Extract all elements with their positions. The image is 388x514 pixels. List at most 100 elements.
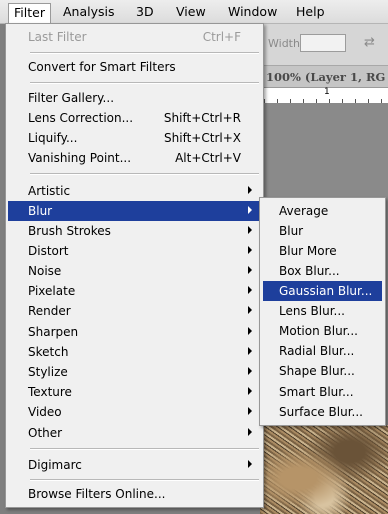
menu-item-label: Sharpen — [28, 325, 79, 339]
chevron-right-icon — [248, 460, 252, 468]
menu-bar: Filter Analysis 3D View Window Help — [0, 0, 388, 24]
menu-item-label: Artistic — [28, 184, 71, 198]
submenu-item-motion-blur[interactable]: Motion Blur... — [263, 321, 382, 341]
filter-menu: Last Filter Ctrl+F Convert for Smart Fil… — [5, 23, 264, 508]
chevron-right-icon — [248, 206, 252, 214]
menu-help[interactable]: Help — [291, 3, 330, 21]
blur-submenu: Average Blur Blur More Box Blur... Gauss… — [259, 197, 386, 426]
submenu-item-shape-blur[interactable]: Shape Blur... — [263, 361, 382, 381]
options-bar: Width: ⇄ — [264, 24, 388, 66]
menu-item-label: Video — [28, 405, 62, 419]
menu-item-video[interactable]: Video — [8, 402, 261, 422]
menu-item-texture[interactable]: Texture — [8, 382, 261, 402]
menu-item-label: Lens Correction... — [28, 111, 134, 125]
menu-item-label: Pixelate — [28, 284, 76, 298]
menu-item-shortcut: Shift+Ctrl+X — [164, 131, 241, 145]
submenu-item-label: Blur — [279, 224, 304, 238]
menu-item-label: Texture — [28, 385, 72, 399]
submenu-item-blur[interactable]: Blur — [263, 221, 382, 241]
menu-view[interactable]: View — [171, 3, 211, 21]
chevron-right-icon — [248, 266, 252, 274]
menu-item-shortcut: Alt+Ctrl+V — [175, 151, 241, 165]
chevron-right-icon — [248, 226, 252, 234]
menu-item-label: Blur — [28, 204, 53, 218]
submenu-item-label: Radial Blur... — [279, 344, 355, 358]
menu-filter[interactable]: Filter — [8, 3, 51, 24]
chevron-right-icon — [248, 428, 252, 436]
menu-item-shortcut: Shift+Ctrl+R — [163, 111, 241, 125]
menu-item-label: Sketch — [28, 345, 69, 359]
document-title: 100% (Layer 1, RG — [266, 70, 386, 84]
submenu-item-label: Box Blur... — [279, 264, 340, 278]
menu-item-label: Stylize — [28, 365, 68, 379]
submenu-item-average[interactable]: Average — [263, 201, 382, 221]
submenu-item-label: Blur More — [279, 244, 337, 258]
menu-item-last-filter: Last Filter Ctrl+F — [8, 27, 261, 47]
image-content — [260, 425, 388, 514]
chevron-right-icon — [248, 387, 252, 395]
submenu-item-label: Smart Blur... — [279, 385, 354, 399]
menu-item-brush-strokes[interactable]: Brush Strokes — [8, 221, 261, 241]
chevron-right-icon — [248, 306, 252, 314]
submenu-item-smart-blur[interactable]: Smart Blur... — [263, 382, 382, 402]
horizontal-ruler: 1 — [264, 87, 388, 104]
menu-separator — [30, 173, 259, 175]
chevron-right-icon — [248, 407, 252, 415]
menu-item-label: Brush Strokes — [28, 224, 111, 238]
submenu-item-lens-blur[interactable]: Lens Blur... — [263, 301, 382, 321]
ruler-marker: 1 — [324, 87, 330, 97]
width-field[interactable] — [300, 34, 346, 52]
submenu-item-radial-blur[interactable]: Radial Blur... — [263, 341, 382, 361]
menu-item-label: Noise — [28, 264, 62, 278]
menu-item-noise[interactable]: Noise — [8, 261, 261, 281]
menu-item-other[interactable]: Other — [8, 423, 261, 443]
menu-separator — [30, 52, 259, 54]
menu-3d[interactable]: 3D — [131, 3, 159, 21]
menu-item-sketch[interactable]: Sketch — [8, 342, 261, 362]
menu-item-convert-smart-filters[interactable]: Convert for Smart Filters — [8, 57, 261, 77]
submenu-item-label: Surface Blur... — [279, 405, 363, 419]
submenu-item-gaussian-blur[interactable]: Gaussian Blur... — [263, 281, 382, 301]
menu-item-stylize[interactable]: Stylize — [8, 362, 261, 382]
submenu-item-box-blur[interactable]: Box Blur... — [263, 261, 382, 281]
menu-item-label: Other — [28, 426, 63, 440]
menu-window[interactable]: Window — [223, 3, 282, 21]
menu-item-render[interactable]: Render — [8, 301, 261, 321]
submenu-item-label: Lens Blur... — [279, 304, 345, 318]
menu-separator — [30, 448, 259, 450]
submenu-item-label: Motion Blur... — [279, 324, 358, 338]
chevron-right-icon — [248, 186, 252, 194]
menu-item-shortcut: Ctrl+F — [202, 30, 241, 44]
swap-icon[interactable]: ⇄ — [364, 35, 375, 50]
chevron-right-icon — [248, 286, 252, 294]
menu-item-blur[interactable]: Blur — [8, 201, 261, 221]
chevron-right-icon — [248, 347, 252, 355]
menu-item-label: Browse Filters Online... — [28, 487, 166, 501]
menu-analysis[interactable]: Analysis — [58, 3, 120, 21]
menu-item-sharpen[interactable]: Sharpen — [8, 322, 261, 342]
submenu-item-label: Shape Blur... — [279, 364, 355, 378]
menu-item-vanishing-point[interactable]: Vanishing Point... Alt+Ctrl+V — [8, 148, 261, 168]
submenu-item-label: Average — [279, 204, 329, 218]
menu-separator — [30, 82, 259, 84]
menu-item-label: Distort — [28, 244, 69, 258]
menu-separator — [30, 479, 259, 481]
menu-item-distort[interactable]: Distort — [8, 241, 261, 261]
menu-item-liquify[interactable]: Liquify... Shift+Ctrl+X — [8, 128, 261, 148]
menu-item-filter-gallery[interactable]: Filter Gallery... — [8, 88, 261, 108]
menu-item-label: Digimarc — [28, 458, 82, 472]
menu-item-label: Filter Gallery... — [28, 91, 115, 105]
width-label: Width: — [268, 37, 304, 50]
document-tab[interactable]: 100% (Layer 1, RG — [264, 66, 388, 88]
chevron-right-icon — [248, 327, 252, 335]
menu-item-browse-filters-online[interactable]: Browse Filters Online... — [8, 484, 261, 504]
menu-item-pixelate[interactable]: Pixelate — [8, 281, 261, 301]
menu-item-artistic[interactable]: Artistic — [8, 181, 261, 201]
submenu-item-blur-more[interactable]: Blur More — [263, 241, 382, 261]
submenu-item-surface-blur[interactable]: Surface Blur... — [263, 402, 382, 422]
menu-item-label: Liquify... — [28, 131, 78, 145]
menu-item-label: Last Filter — [28, 30, 87, 44]
menu-item-digimarc[interactable]: Digimarc — [8, 455, 261, 475]
menu-item-lens-correction[interactable]: Lens Correction... Shift+Ctrl+R — [8, 108, 261, 128]
menu-item-label: Render — [28, 304, 71, 318]
